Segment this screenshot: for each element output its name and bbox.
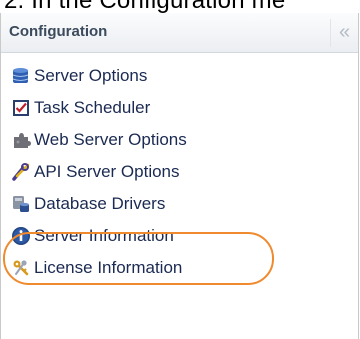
panel-header: Configuration « — [1, 13, 358, 53]
menu-item-server-options[interactable]: Server Options — [11, 63, 147, 89]
tools-icon — [11, 162, 31, 182]
menu-item-label: Server Information — [34, 226, 174, 245]
configuration-panel: Configuration « Server Options Task Sche… — [0, 13, 359, 339]
collapse-button[interactable]: « — [330, 19, 358, 47]
menu-item-label: License Information — [34, 258, 183, 277]
menu-item-server-information[interactable]: Server Information — [11, 223, 174, 249]
menu-item-label: Web Server Options — [34, 130, 187, 149]
panel-title: Configuration — [9, 23, 108, 40]
menu-item-label: API Server Options — [34, 162, 180, 181]
menu-item-api-server-options[interactable]: API Server Options — [11, 159, 180, 185]
menu-item-label: Task Scheduler — [34, 98, 151, 117]
keys-icon — [11, 258, 31, 278]
menu-item-label: Database Drivers — [34, 194, 166, 213]
menu-item-database-drivers[interactable]: Database Drivers — [11, 191, 165, 217]
menu-item-label: Server Options — [34, 66, 148, 85]
info-icon — [11, 226, 31, 246]
driver-icon — [11, 194, 31, 214]
menu-item-web-server-options[interactable]: Web Server Options — [11, 127, 187, 153]
database-icon — [11, 66, 31, 86]
menu-item-task-scheduler[interactable]: Task Scheduler — [11, 95, 150, 121]
puzzle-icon — [11, 130, 31, 150]
menu-item-license-information[interactable]: License Information — [11, 255, 182, 281]
calendar-check-icon — [11, 98, 31, 118]
